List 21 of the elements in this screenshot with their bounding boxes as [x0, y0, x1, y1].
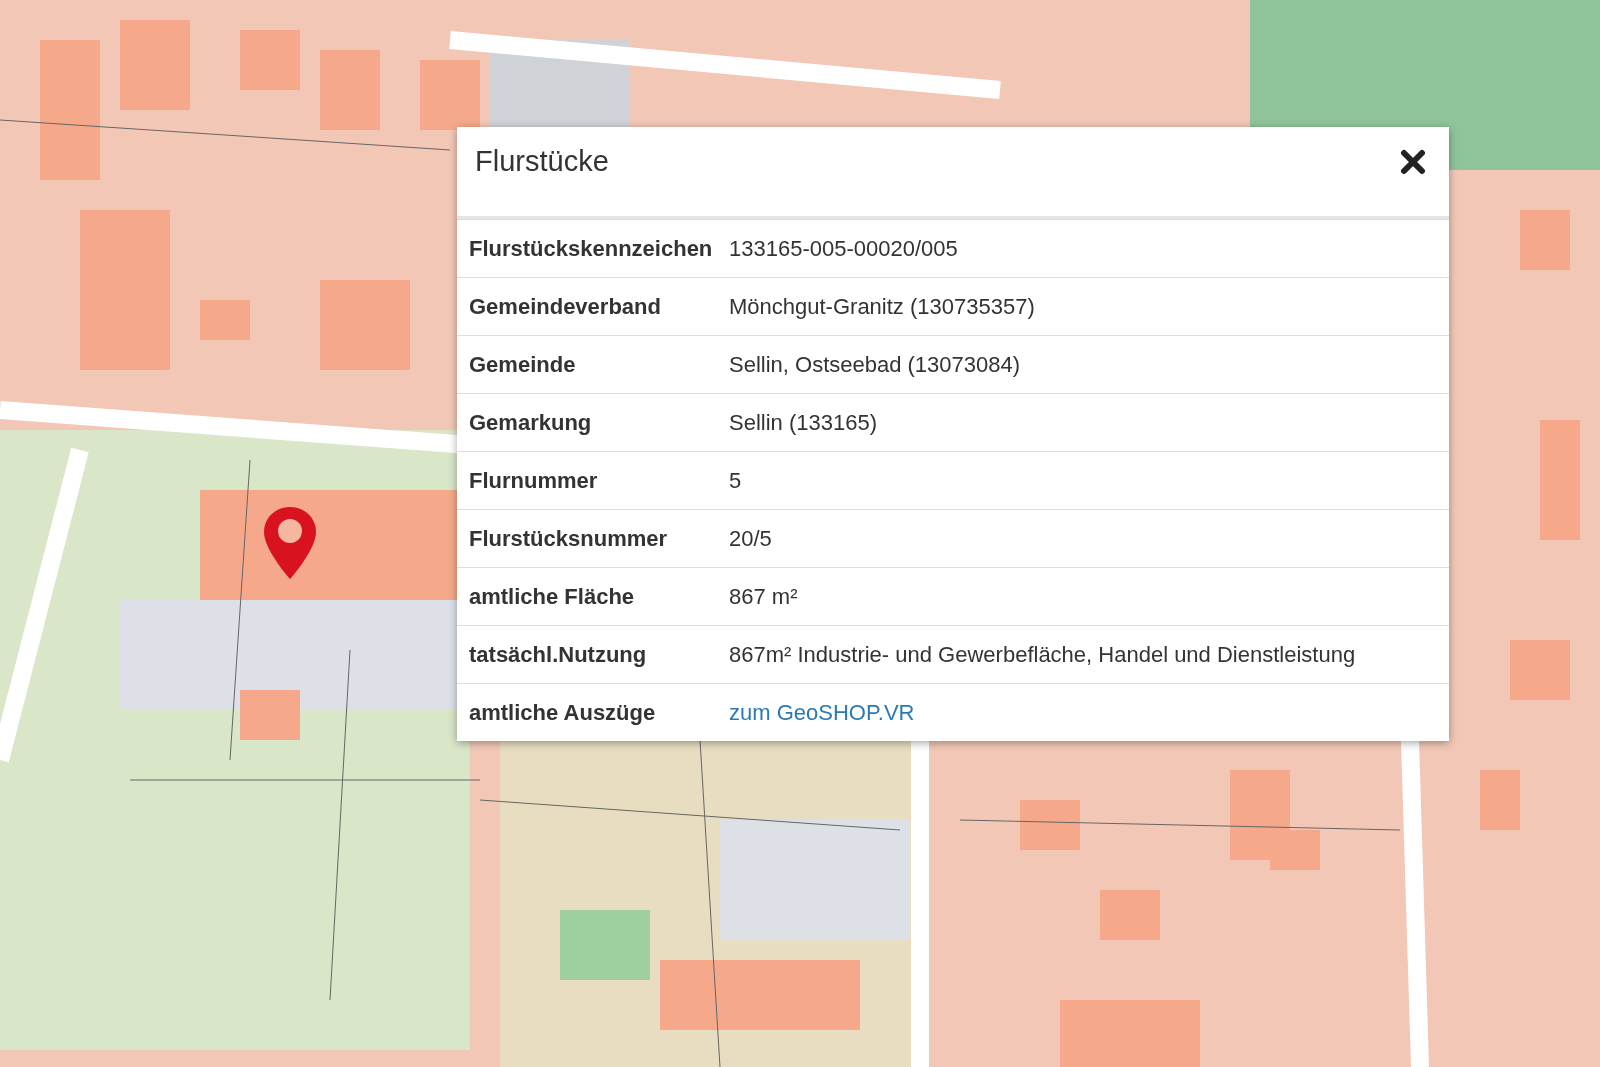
field-value: Sellin, Ostseebad (13073084): [729, 351, 1022, 378]
field-value: 133165-005-00020/005: [729, 235, 959, 262]
field-value: 5: [729, 467, 743, 494]
geoshop-link[interactable]: zum GeoSHOP.VR: [729, 699, 1449, 726]
field-label: tatsächl.Nutzung: [468, 641, 648, 668]
field-label: amtliche Auszüge: [468, 699, 657, 726]
field-label: Flurstücksnummer: [468, 525, 669, 552]
field-label: Flurstückskennzeichen: [468, 235, 714, 262]
field-label: Flurnummer: [468, 467, 599, 494]
field-label: amtliche Fläche: [468, 583, 636, 610]
field-value: Mönchgut-Granitz (130735357): [729, 293, 1036, 320]
field-value: 867m² Industrie- und Gewerbefläche, Handel und Dienstleistung: [729, 641, 1357, 668]
close-icon: [1400, 148, 1426, 175]
map-pin-icon[interactable]: [262, 505, 318, 581]
field-value: 20/5: [729, 525, 773, 552]
popup-title: Flurstücke: [475, 145, 609, 178]
field-label: Gemarkung: [468, 409, 593, 436]
field-label: Gemeindeverband: [468, 293, 662, 320]
field-value: 867 m²: [729, 583, 799, 610]
field-value: Sellin (133165): [729, 409, 878, 436]
field-label: Gemeinde: [468, 351, 577, 378]
